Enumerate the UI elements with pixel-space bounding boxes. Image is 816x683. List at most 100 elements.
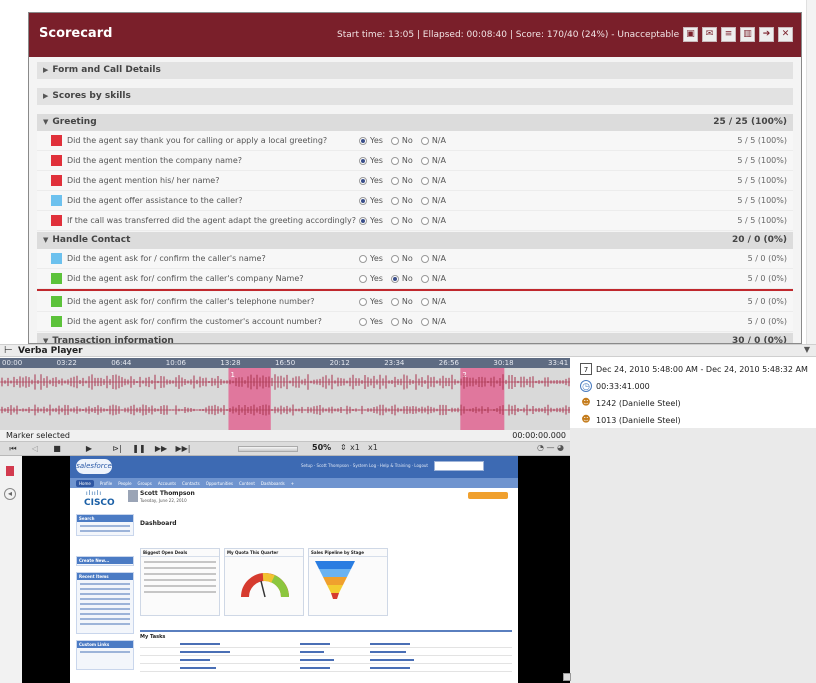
stop-button[interactable]: ■ [48,443,66,455]
radio-button[interactable] [390,156,399,165]
answer-option[interactable]: Yes [359,196,383,205]
answer-option[interactable]: Yes [359,254,383,263]
answer-option[interactable]: N/A [420,176,446,185]
play-button[interactable]: ▶ [80,443,98,455]
record-icon[interactable] [6,466,14,476]
expand-arrow-icon[interactable]: ▶ [43,66,48,74]
radio-button[interactable] [420,254,429,263]
radio-button[interactable] [359,274,367,283]
answer-option[interactable]: Yes [359,136,383,145]
answer-option[interactable]: No [390,274,413,283]
speed-value-a[interactable]: x1 [350,443,360,452]
expand-arrow-icon[interactable]: ▶ [43,92,48,100]
answer-option[interactable]: No [390,317,413,326]
radio-button[interactable] [420,297,429,306]
answer-option[interactable]: N/A [420,317,446,326]
section-form-details[interactable]: ▶ Form and Call Details [37,62,793,79]
collapse-arrow-icon[interactable]: ▼ [43,118,48,126]
radio-button[interactable] [359,297,367,306]
radio-button[interactable] [390,196,399,205]
radio-button[interactable] [359,196,367,205]
volume-slider-icon[interactable]: ◔ — ◕ [537,443,564,452]
radio-button[interactable] [390,317,399,326]
answer-option[interactable]: Yes [359,317,383,326]
collapse-arrow-icon[interactable]: ▼ [43,337,48,343]
radio-button[interactable] [390,297,399,306]
answer-option[interactable]: No [390,156,413,165]
radio-button[interactable] [359,136,367,145]
answer-option[interactable]: Yes [359,274,383,283]
question-score: 5 / 0 (0%) [747,254,787,263]
group-header[interactable]: ▼ Transaction information 30 / 0 (0%) [37,333,793,343]
collapse-icon[interactable]: ▼ [804,345,810,354]
save-icon[interactable]: ▣ [683,27,698,42]
radio-button[interactable] [359,254,367,263]
email-icon[interactable]: ✉ [702,27,717,42]
radio-button[interactable] [390,176,399,185]
answer-option[interactable]: N/A [420,156,446,165]
answer-option[interactable]: Yes [359,176,383,185]
tune-icon[interactable]: ≡ [721,27,736,42]
answer-option[interactable]: N/A [420,297,446,306]
side-head: Search [77,515,133,522]
page-scrollbar[interactable] [806,0,816,344]
collapse-arrow-icon[interactable]: ▼ [43,236,48,244]
group-header[interactable]: ▼ Handle Contact 20 / 0 (0%) [37,232,793,249]
answer-option[interactable]: No [390,297,413,306]
radio-button[interactable] [420,136,429,145]
speed-value-b[interactable]: x1 [368,443,378,452]
question-text: Did the agent ask for/ confirm the calle… [67,274,304,283]
skip-end-button[interactable]: ▶▶| [174,443,192,455]
radio-button[interactable] [359,317,367,326]
step-forward-button[interactable]: ⊳| [108,443,126,455]
answer-option[interactable]: No [390,136,413,145]
answer-option[interactable]: Yes [359,297,383,306]
answer-option[interactable]: N/A [420,254,446,263]
radio-button[interactable] [359,216,367,225]
waveform[interactable]: 12 [0,368,570,430]
radio-button[interactable] [390,136,399,145]
answer-option[interactable]: N/A [420,196,446,205]
delete-icon[interactable]: ▥ [740,27,755,42]
fast-forward-button[interactable]: ▶▶ [152,443,170,455]
answer-option[interactable]: No [390,254,413,263]
speed-slider[interactable] [238,446,298,452]
task-link [370,667,410,669]
pause-button[interactable]: ❚❚ [130,443,148,455]
forward-icon[interactable]: ➔ [759,27,774,42]
radio-button[interactable] [359,176,367,185]
answer-option[interactable]: Yes [359,216,383,225]
radio-button[interactable] [390,254,399,263]
radio-button[interactable] [420,216,429,225]
step-back-button[interactable]: ◁ [26,443,44,455]
radio-button[interactable] [420,176,429,185]
radio-button[interactable] [390,216,399,225]
radio-button[interactable] [420,317,429,326]
answer-option[interactable]: No [390,216,413,225]
answer-option[interactable]: N/A [420,216,446,225]
radio-button[interactable] [420,196,429,205]
radio-button[interactable] [420,274,429,283]
zoom-stepper-icon[interactable]: ⇕ [340,443,347,452]
answer-option[interactable]: N/A [420,136,446,145]
section-skills[interactable]: ▶ Scores by skills [37,88,793,105]
task-link [370,643,410,645]
back-arrow-icon[interactable]: ◂ [4,488,16,500]
task-link [300,643,330,645]
funnel-e [331,593,339,599]
resize-handle[interactable] [563,673,571,681]
option-label: N/A [431,196,446,205]
answer-option[interactable]: No [390,196,413,205]
answer-option[interactable]: No [390,176,413,185]
answer-option[interactable]: N/A [420,274,446,283]
side-line [80,598,130,600]
radio-button[interactable] [390,274,399,283]
answer-option[interactable]: Yes [359,156,383,165]
video-screen[interactable]: salesforce Setup · Scott Thompson · Syst… [22,456,570,683]
radio-button[interactable] [420,156,429,165]
radio-button[interactable] [359,156,367,165]
answer-options: Yes No N/A [359,196,446,205]
group-header[interactable]: ▼ Greeting 25 / 25 (100%) [37,114,793,131]
rewind-button[interactable]: ⏮ [4,443,22,455]
close-icon[interactable]: ✕ [778,27,793,42]
